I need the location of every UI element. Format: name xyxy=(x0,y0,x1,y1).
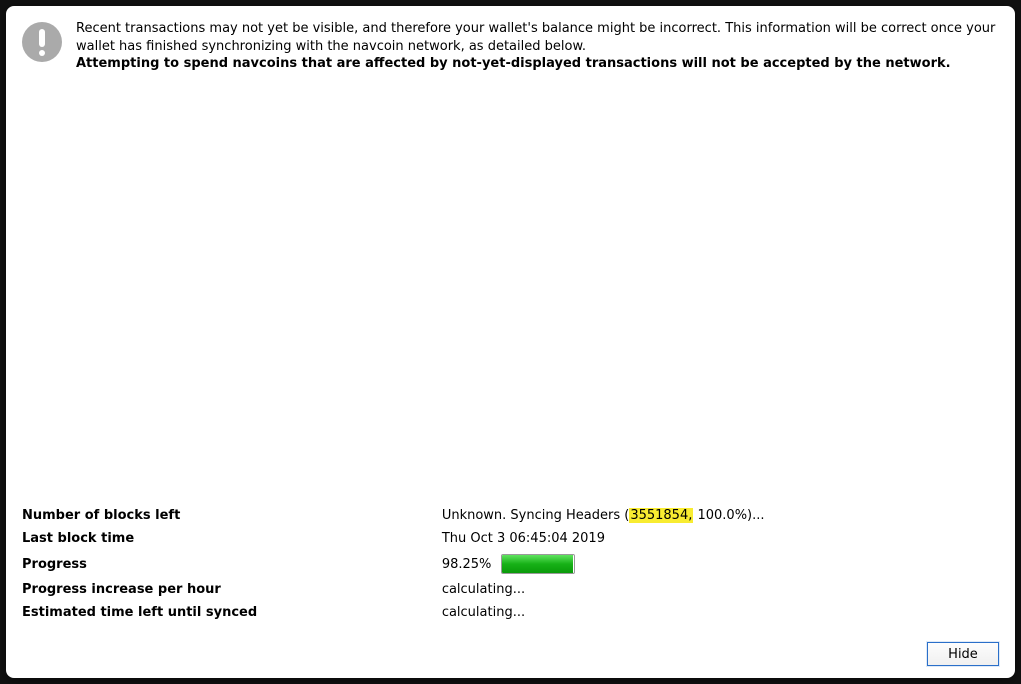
row-last-block: Last block time Thu Oct 3 06:45:04 2019 xyxy=(22,527,999,550)
dialog-header: Recent transactions may not yet be visib… xyxy=(22,20,999,73)
progress-percent: 98.25% xyxy=(442,557,492,572)
sync-info-table: Number of blocks left Unknown. Syncing H… xyxy=(22,504,999,624)
last-block-label: Last block time xyxy=(22,527,442,550)
last-block-value: Thu Oct 3 06:45:04 2019 xyxy=(442,527,999,550)
blocks-left-prefix: Unknown. Syncing Headers ( xyxy=(442,508,630,523)
progress-value-cell: 98.25% xyxy=(442,550,999,578)
dialog-message: Recent transactions may not yet be visib… xyxy=(76,20,999,73)
blocks-left-highlight: 3551854, xyxy=(629,508,693,523)
progress-label: Progress xyxy=(22,550,442,578)
eta-label: Estimated time left until synced xyxy=(22,601,442,624)
sync-dialog: Recent transactions may not yet be visib… xyxy=(6,6,1015,678)
progress-bar xyxy=(501,554,575,574)
spacer xyxy=(22,73,999,494)
blocks-left-value: Unknown. Syncing Headers (3551854, 100.0… xyxy=(442,504,999,527)
increase-label: Progress increase per hour xyxy=(22,578,442,601)
blocks-left-label: Number of blocks left xyxy=(22,504,442,527)
increase-value: calculating... xyxy=(442,578,999,601)
warning-icon xyxy=(22,22,62,62)
hide-button[interactable]: Hide xyxy=(927,642,999,666)
row-progress: Progress 98.25% xyxy=(22,550,999,578)
row-increase: Progress increase per hour calculating..… xyxy=(22,578,999,601)
row-blocks-left: Number of blocks left Unknown. Syncing H… xyxy=(22,504,999,527)
button-row: Hide xyxy=(22,642,999,666)
message-line2: Attempting to spend navcoins that are af… xyxy=(76,56,951,71)
message-line1: Recent transactions may not yet be visib… xyxy=(76,21,995,54)
row-eta: Estimated time left until synced calcula… xyxy=(22,601,999,624)
progress-fill xyxy=(502,555,573,573)
eta-value: calculating... xyxy=(442,601,999,624)
blocks-left-suffix: 100.0%)... xyxy=(693,508,764,523)
hide-button-label: Hide xyxy=(948,647,978,662)
